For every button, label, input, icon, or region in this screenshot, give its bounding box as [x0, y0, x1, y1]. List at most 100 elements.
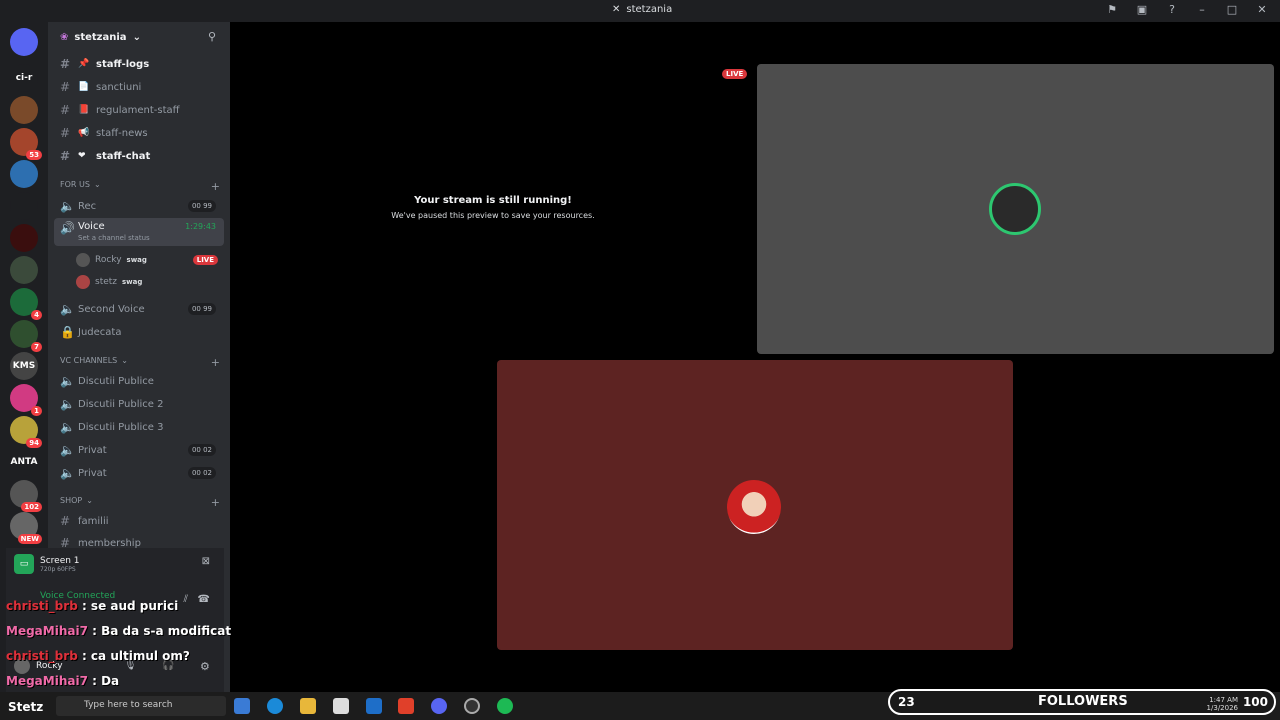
- add-channel-icon[interactable]: +: [211, 496, 220, 509]
- avatar: [76, 253, 90, 267]
- stop-stream-icon[interactable]: ⊠: [202, 556, 210, 567]
- copilot-icon[interactable]: [234, 698, 250, 714]
- server-icon[interactable]: KMS: [10, 352, 38, 380]
- voice-active-icon: 🔊: [60, 221, 75, 235]
- channel-rec[interactable]: 🔈 Rec 00 99: [54, 196, 224, 216]
- add-channel-icon[interactable]: +: [211, 180, 220, 193]
- server-icon[interactable]: ANTA: [10, 448, 38, 476]
- help-icon[interactable]: ?: [1164, 3, 1180, 16]
- avatar: [76, 275, 90, 289]
- minimize-button[interactable]: –: [1194, 3, 1210, 16]
- chat-message: christi_brb : se aud purici: [6, 599, 179, 613]
- channel-familii[interactable]: # familii: [54, 511, 224, 531]
- participant-tile-rocky[interactable]: [757, 64, 1274, 354]
- server-logo-icon: ✕: [612, 4, 621, 15]
- window-icon[interactable]: ▣: [1134, 3, 1150, 16]
- mention-badge: 102: [21, 502, 42, 512]
- voice-icon: 🔈: [60, 443, 75, 457]
- invite-icon[interactable]: ⚲: [208, 30, 216, 43]
- mention-badge: 7: [31, 342, 42, 352]
- add-channel-icon[interactable]: +: [211, 356, 220, 369]
- mention-badge: 4: [31, 310, 42, 320]
- server-icon[interactable]: 94: [10, 416, 42, 448]
- hash-icon: #: [60, 149, 71, 163]
- server-icon[interactable]: 4: [10, 288, 42, 320]
- server-icon[interactable]: [10, 256, 38, 284]
- mention-badge: 94: [26, 438, 42, 448]
- channel-staff-news[interactable]: # 📢 staff-news: [54, 123, 224, 143]
- voice-icon: 🔈: [60, 466, 75, 480]
- chat-message: MegaMihai7 : Ba da s-a modificat: [6, 624, 232, 638]
- server-icon[interactable]: ci-r: [10, 64, 38, 92]
- server-icon[interactable]: [10, 96, 38, 124]
- voice-member-stetz[interactable]: stetz swag: [76, 273, 222, 291]
- voice-icon: 🔈: [60, 374, 75, 388]
- participant-tile-stetz[interactable]: [497, 360, 1013, 650]
- category-vc-channels[interactable]: VC CHANNELS ⌄ +: [60, 356, 220, 369]
- mail-icon[interactable]: [366, 698, 382, 714]
- overlay-name: Stetz: [8, 700, 44, 714]
- voice-icon: 🔈: [60, 199, 75, 213]
- window-title: ✕ stetzania: [612, 4, 673, 15]
- store-icon[interactable]: [333, 698, 349, 714]
- mention-badge: 53: [26, 150, 42, 160]
- channel-vc-2[interactable]: 🔈 Discutii Publice 3: [54, 417, 224, 437]
- file-explorer-icon[interactable]: [300, 698, 316, 714]
- inbox-icon[interactable]: ⚑: [1104, 3, 1120, 16]
- close-button[interactable]: ✕: [1254, 3, 1270, 16]
- screen-share-status[interactable]: ▭ Screen 1 720p 60FPS: [14, 554, 80, 574]
- server-icon[interactable]: [10, 224, 38, 252]
- channel-vc-4[interactable]: 🔈 Privat 00 02: [54, 463, 224, 483]
- live-badge: LIVE: [722, 69, 748, 79]
- spotify-icon[interactable]: [497, 698, 513, 714]
- server-icon[interactable]: [10, 28, 38, 56]
- channel-vc-3[interactable]: 🔈 Privat 00 02: [54, 440, 224, 460]
- voice-icon: 🔈: [60, 420, 75, 434]
- voice-icon: 🔈: [60, 302, 75, 316]
- channel-vc-1[interactable]: 🔈 Discutii Publice 2: [54, 394, 224, 414]
- paused-preview-notice: Your stream is still running! We've paus…: [391, 195, 595, 220]
- channel-staff-logs[interactable]: # 📌 staff-logs: [54, 54, 224, 74]
- channel-second-voice[interactable]: 🔈 Second Voice 00 99: [54, 299, 224, 319]
- titlebar-controls: ⚑ ▣ ? – □ ✕: [1104, 3, 1270, 16]
- chevron-down-icon: ⌄: [132, 31, 141, 43]
- edge-icon[interactable]: [267, 698, 283, 714]
- server-icon[interactable]: 1: [10, 384, 42, 416]
- taskbar-search[interactable]: Type here to search: [56, 696, 226, 716]
- obs-icon[interactable]: [464, 698, 480, 714]
- hash-icon: #: [60, 57, 71, 71]
- server-icon[interactable]: [10, 192, 38, 220]
- server-icon[interactable]: [10, 160, 38, 188]
- channel-voice[interactable]: 🔊 Voice 1:29:43 Set a channel status: [54, 218, 224, 246]
- category-for-us[interactable]: FOR US ⌄ +: [60, 180, 220, 193]
- chat-message: christi_brb : ca ultimul om?: [6, 649, 190, 663]
- voice-icon: 🔈: [60, 397, 75, 411]
- live-badge: LIVE: [192, 255, 218, 265]
- voice-member-rocky[interactable]: Rocky swag LIVE: [76, 251, 222, 269]
- guild-icon: ❀: [60, 31, 69, 43]
- avatar: [727, 480, 781, 534]
- server-icon[interactable]: NEW: [10, 512, 42, 544]
- window-titlebar: ✕ stetzania ⚑ ▣ ? – □ ✕: [0, 0, 1280, 22]
- discord-icon[interactable]: [431, 698, 447, 714]
- hash-icon: #: [60, 126, 71, 140]
- channel-sanctiuni[interactable]: # 📄 sanctiuni: [54, 77, 224, 97]
- screen-icon: ▭: [14, 554, 34, 574]
- brave-icon[interactable]: [398, 698, 414, 714]
- server-icon[interactable]: 7: [10, 320, 42, 352]
- guild-header[interactable]: ❀ stetzania ⌄ ⚲: [48, 22, 230, 52]
- channel-judecata[interactable]: 🔒 Judecata: [54, 322, 224, 342]
- system-clock[interactable]: 1:47 AM 1/3/2026: [1206, 696, 1238, 712]
- hash-icon: #: [60, 80, 71, 94]
- channel-staff-chat[interactable]: # ❤ staff-chat: [54, 146, 224, 166]
- channel-vc-0[interactable]: 🔈 Discutii Publice: [54, 371, 224, 391]
- hash-icon: #: [60, 103, 71, 117]
- lock-icon: 🔒: [60, 325, 75, 339]
- maximize-button[interactable]: □: [1224, 3, 1240, 16]
- server-icon[interactable]: 53: [10, 128, 42, 160]
- channel-regulament-staff[interactable]: # 📕 regulament-staff: [54, 100, 224, 120]
- mention-badge: NEW: [17, 534, 42, 544]
- category-shop[interactable]: SHOP ⌄ +: [60, 496, 220, 509]
- mention-badge: 1: [31, 406, 42, 416]
- server-icon[interactable]: 102: [10, 480, 42, 512]
